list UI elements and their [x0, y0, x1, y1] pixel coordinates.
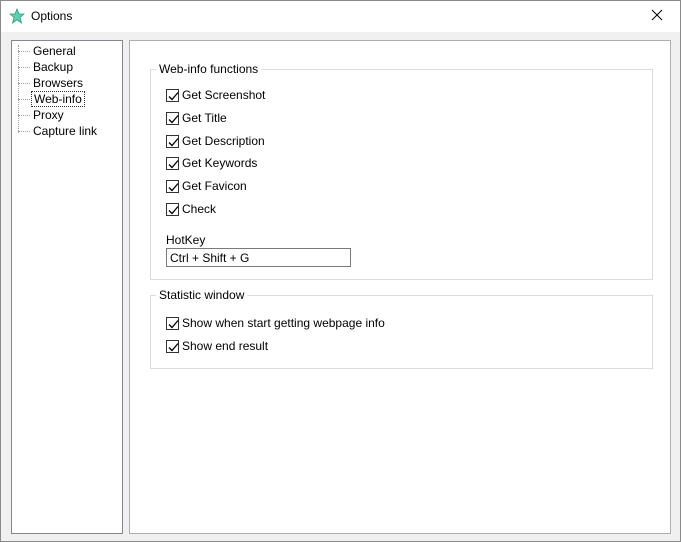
checkbox-box[interactable] — [166, 156, 179, 170]
checkbox-box[interactable] — [166, 179, 179, 193]
nav-item-label: Proxy — [33, 108, 64, 122]
settings-panel: Web-info functions Get Screenshot Get Ti… — [129, 40, 671, 534]
show-end-result-checkbox[interactable]: Show end result — [166, 338, 268, 354]
checkbox-box[interactable] — [166, 339, 179, 353]
window-title: Options — [31, 9, 73, 23]
checkbox-box[interactable] — [166, 134, 179, 148]
close-button[interactable] — [634, 1, 680, 32]
get-title-checkbox[interactable]: Get Title — [166, 110, 227, 126]
get-description-checkbox[interactable]: Get Description — [166, 133, 265, 149]
get-screenshot-checkbox[interactable]: Get Screenshot — [166, 87, 265, 103]
nav-item-label: Web-info — [31, 91, 85, 107]
checkbox-box[interactable] — [166, 202, 179, 216]
star-icon — [8, 7, 26, 24]
checkbox-box[interactable] — [166, 88, 179, 102]
options-window: Options General Backup Browsers Web-info… — [0, 0, 681, 542]
nav-item-label: General — [33, 44, 76, 58]
options-nav-tree: General Backup Browsers Web-info Proxy C… — [11, 40, 123, 534]
hotkey-input[interactable] — [166, 248, 351, 267]
group-legend: Statistic window — [156, 288, 248, 302]
checkbox-box[interactable] — [166, 111, 179, 125]
show-when-start-checkbox[interactable]: Show when start getting webpage info — [166, 315, 385, 331]
tree-connector — [18, 45, 19, 133]
get-favicon-checkbox[interactable]: Get Favicon — [166, 178, 247, 194]
web-info-functions-group: Web-info functions Get Screenshot Get Ti… — [150, 62, 653, 280]
get-keywords-checkbox[interactable]: Get Keywords — [166, 155, 257, 171]
checkbox-box[interactable] — [166, 316, 179, 330]
nav-item-label: Browsers — [33, 76, 84, 90]
hotkey-label: HotKey — [166, 233, 206, 247]
nav-item-label: Capture link — [33, 124, 98, 138]
nav-item-label: Backup — [33, 60, 74, 74]
check-checkbox[interactable]: Check — [166, 201, 216, 217]
title-bar[interactable]: Options — [1, 1, 680, 32]
group-legend: Web-info functions — [156, 62, 262, 76]
close-icon — [651, 9, 663, 24]
statistic-window-group: Statistic window Show when start getting… — [150, 288, 653, 369]
